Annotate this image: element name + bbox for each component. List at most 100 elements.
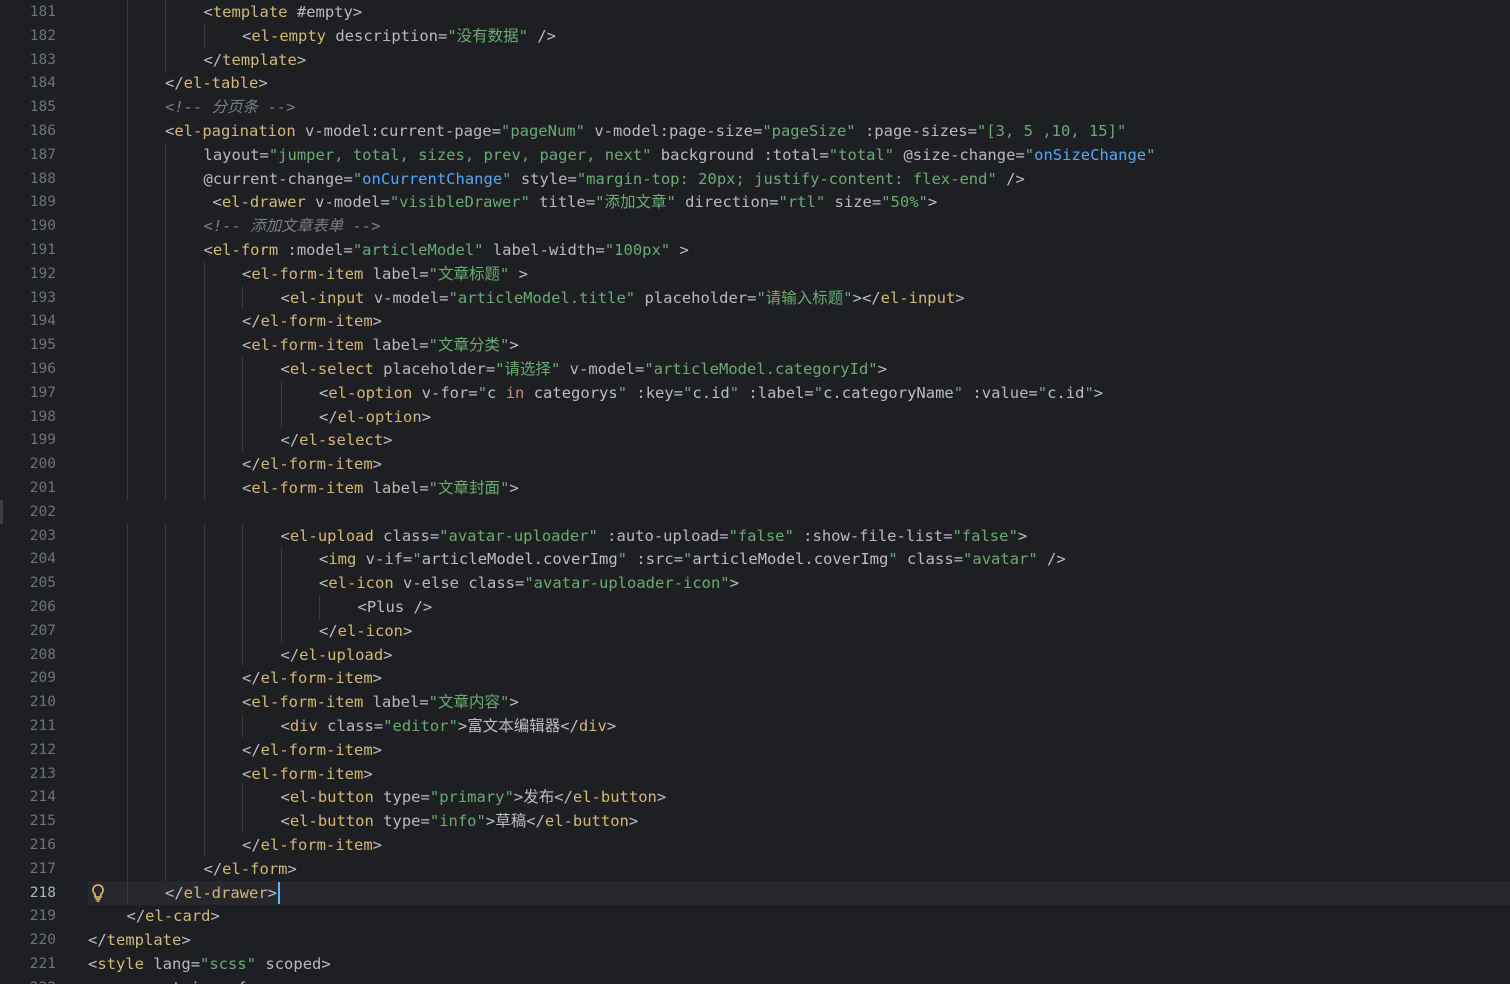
lightbulb-icon[interactable] xyxy=(90,883,106,903)
code-token: > xyxy=(181,931,191,950)
code-token: direction xyxy=(675,193,770,212)
code-line[interactable]: <el-drawer v-model="visibleDrawer" title… xyxy=(213,190,938,214)
code-token: template xyxy=(106,931,182,950)
code-token: "editor" xyxy=(383,717,458,735)
indent-guide xyxy=(126,71,128,96)
line-number: 181 xyxy=(29,4,56,20)
indent-guide xyxy=(126,618,128,643)
code-line[interactable]: <img v-if="articleModel.coverImg" :src="… xyxy=(319,547,1066,571)
code-line[interactable]: <el-select placeholder="请选择" v-model="ar… xyxy=(281,357,887,381)
indent-guide xyxy=(126,238,128,262)
code-token: placeholder xyxy=(373,360,486,378)
code-token: img xyxy=(328,550,357,569)
code-editor[interactable]: 181 182 183 184 185 186 187 188 189 190 191 192 193 1… xyxy=(0,0,1510,984)
code-token: " xyxy=(352,169,363,188)
code-line[interactable]: <el-icon v-else class="avatar-uploader-i… xyxy=(319,571,739,595)
line-number: 186 xyxy=(29,123,56,139)
code-line[interactable]: @current-change="onCurrentChange" style=… xyxy=(204,167,1025,191)
indent-guide xyxy=(203,809,205,833)
indent-guide xyxy=(126,95,128,119)
code-token: c xyxy=(487,383,506,402)
indent-guide xyxy=(165,595,166,619)
code-line[interactable]: </el-table> xyxy=(165,71,268,95)
indent-guide xyxy=(126,666,128,691)
code-token: </ xyxy=(165,74,184,93)
code-line[interactable]: <el-empty description="没有数据" /> xyxy=(242,24,556,48)
code-token: = xyxy=(419,264,429,283)
code-token: > xyxy=(509,336,519,355)
code-line[interactable]: <el-form-item> xyxy=(242,762,373,786)
code-line[interactable]: <el-upload class="avatar-uploader" :auto… xyxy=(281,524,1028,548)
line-number: 190 xyxy=(29,218,56,235)
code-token: = xyxy=(595,241,605,259)
code-line[interactable]: </el-form> xyxy=(204,857,297,881)
code-token: = xyxy=(190,955,201,973)
code-line[interactable]: </el-card> xyxy=(127,904,220,928)
code-line[interactable]: <el-button type="info">草稿</el-button> xyxy=(281,809,639,833)
line-number: 192 xyxy=(29,265,56,282)
code-line[interactable]: <el-form-item label="文章标题" > xyxy=(242,262,528,286)
code-token: < xyxy=(242,693,252,712)
code-token: < xyxy=(242,264,252,283)
code-token: el-icon xyxy=(328,574,394,593)
code-line[interactable]: <el-pagination v-model:current-page="pag… xyxy=(165,119,1126,143)
code-token: :model xyxy=(278,241,344,259)
code-token: el-select xyxy=(299,431,384,450)
code-line[interactable]: </el-form-item> xyxy=(242,833,382,857)
code-line[interactable]: </el-form-item> xyxy=(242,452,382,476)
code-line[interactable]: <el-button type="primary">发布</el-button> xyxy=(281,785,667,809)
indent-guide xyxy=(242,380,243,405)
code-token: = xyxy=(380,193,390,212)
code-line[interactable]: </el-option> xyxy=(319,405,431,429)
line-number: 201 xyxy=(29,480,56,496)
code-token: 草稿 xyxy=(495,812,527,831)
code-line[interactable]: <div class="editor">富文本编辑器</div> xyxy=(281,714,617,738)
code-line[interactable]: .page-container { xyxy=(88,976,247,984)
code-area[interactable]: <template #empty> <el-empty description="… xyxy=(88,0,1510,984)
code-token: > xyxy=(1017,526,1028,545)
code-token: "margin-top: 20px; justify-content: flex… xyxy=(576,169,997,188)
code-line[interactable]: <el-form-item label="文章内容"> xyxy=(242,690,519,714)
code-line[interactable]: </el-icon> xyxy=(319,619,412,643)
code-token: "文章封面" xyxy=(428,479,510,497)
code-line[interactable]: </template> xyxy=(204,48,307,72)
code-line[interactable]: </el-upload> xyxy=(281,643,393,667)
code-token: label xyxy=(363,336,420,355)
code-line[interactable]: </el-form-item> xyxy=(242,738,382,762)
code-line[interactable]: <el-form-item label="文章封面"> xyxy=(242,476,519,500)
code-token: @current-change xyxy=(203,169,344,188)
code-line[interactable]: </el-form-item> xyxy=(242,309,382,333)
indent-guide xyxy=(126,642,128,667)
code-line[interactable]: </el-select> xyxy=(281,428,393,452)
code-line[interactable]: <Plus /> xyxy=(358,595,433,619)
line-number: 207 xyxy=(29,622,56,639)
code-token: </ xyxy=(526,812,545,831)
code-line[interactable]: </template> xyxy=(88,928,191,952)
indent-guide xyxy=(165,547,166,572)
code-token: /> xyxy=(996,169,1025,188)
code-token: > xyxy=(321,955,331,973)
indent-guide xyxy=(126,856,128,881)
code-token: /> xyxy=(528,26,556,45)
code-line[interactable]: </el-drawer> xyxy=(165,881,277,905)
code-token: = xyxy=(420,788,430,807)
code-line[interactable]: <!-- 添加文章表单 --> xyxy=(204,214,381,238)
code-line[interactable]: <!-- 分页条 --> xyxy=(165,95,296,119)
code-line[interactable]: <template #empty> xyxy=(204,0,363,24)
indent-guide xyxy=(280,618,282,643)
line-number-gutter[interactable]: 181 182 183 184 185 186 187 188 189 190 191 192 193 1… xyxy=(0,0,80,984)
code-token: = xyxy=(673,383,684,402)
indent-guide xyxy=(126,380,128,405)
code-token: = xyxy=(585,193,596,212)
code-line[interactable]: <el-form :model="articleModel" label-wid… xyxy=(204,238,689,262)
code-line[interactable]: <el-option v-for="c in categorys" :key="… xyxy=(319,381,1103,405)
code-line[interactable]: <el-form-item label="文章分类"> xyxy=(242,333,519,357)
code-line[interactable]: <el-input v-model="articleModel.title" p… xyxy=(281,286,965,310)
line-number: 213 xyxy=(29,765,56,782)
code-token: el-pagination xyxy=(174,122,296,140)
code-line[interactable]: <style lang="scss" scoped> xyxy=(88,952,331,976)
code-line[interactable]: layout="jumper, total, sizes, prev, page… xyxy=(204,143,1156,167)
code-token: = xyxy=(429,526,440,545)
code-line[interactable]: </el-form-item> xyxy=(242,666,382,690)
code-token: = xyxy=(343,241,353,259)
